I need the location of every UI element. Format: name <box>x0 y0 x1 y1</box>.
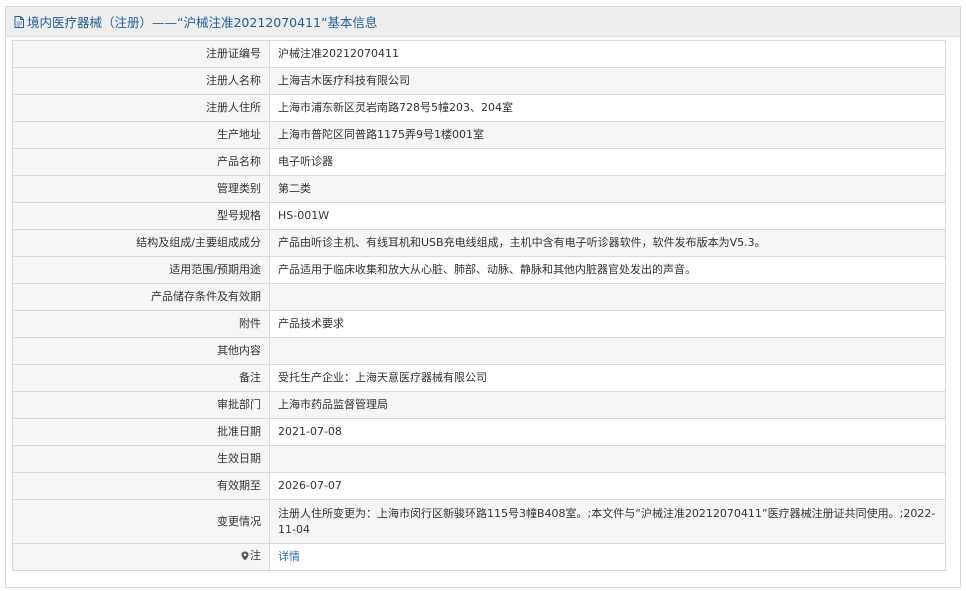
field-label: 产品储存条件及有效期 <box>12 283 270 311</box>
table-row: 注册证编号 沪械注准20212070411 <box>12 40 946 68</box>
field-label: 备注 <box>12 364 270 392</box>
field-value: 电子听诊器 <box>269 148 946 176</box>
table-row: 备注 受托生产企业：上海天意医疗器械有限公司 <box>12 364 946 392</box>
field-label: 注册人名称 <box>12 67 270 95</box>
field-label: 型号规格 <box>12 202 270 230</box>
field-value: 第二类 <box>269 175 946 203</box>
field-value: 产品由听诊主机、有线耳机和USB充电线组成，主机中含有电子听诊器软件，软件发布版… <box>269 229 946 257</box>
field-value: 上海吉木医疗科技有限公司 <box>269 67 946 95</box>
field-value: 上海市浦东新区灵岩南路728号5幢203、204室 <box>269 94 946 122</box>
table-row-note: 注 详情 <box>12 543 946 571</box>
panel-header: 境内医疗器械（注册）——“沪械注准20212070411”基本信息 <box>6 7 960 37</box>
table-row: 管理类别 第二类 <box>12 175 946 203</box>
field-label: 有效期至 <box>12 472 270 500</box>
table-row: 产品储存条件及有效期 <box>12 283 946 311</box>
field-label: 生产地址 <box>12 121 270 149</box>
field-value <box>269 337 946 365</box>
field-value: 上海市普陀区同普路1175弄9号1楼001室 <box>269 121 946 149</box>
field-value: 注册人住所变更为：上海市闵行区新骏环路115号3幢B408室。;本文件与“沪械注… <box>269 499 946 544</box>
field-value <box>269 283 946 311</box>
table-row: 型号规格 HS-001W <box>12 202 946 230</box>
field-value: 2026-07-07 <box>269 472 946 500</box>
field-value: 产品技术要求 <box>269 310 946 338</box>
table-row: 批准日期 2021-07-08 <box>12 418 946 446</box>
field-label: 管理类别 <box>12 175 270 203</box>
field-value: 详情 <box>269 543 946 571</box>
table-row: 结构及组成/主要组成成分 产品由听诊主机、有线耳机和USB充电线组成，主机中含有电… <box>12 229 946 257</box>
location-pin-icon <box>241 551 249 561</box>
field-value: 沪械注准20212070411 <box>269 40 946 68</box>
field-value: 产品适用于临床收集和放大从心脏、肺部、动脉、静脉和其他内脏器官处发出的声音。 <box>269 256 946 284</box>
info-table: 注册证编号 沪械注准20212070411 注册人名称 上海吉木医疗科技有限公司 注册人… <box>12 40 946 571</box>
table-row: 产品名称 电子听诊器 <box>12 148 946 176</box>
page-title: 境内医疗器械（注册）——“沪械注准20212070411”基本信息 <box>27 15 378 30</box>
details-link[interactable]: 详情 <box>278 550 300 563</box>
table-row: 其他内容 <box>12 337 946 365</box>
table-row: 审批部门 上海市药品监督管理局 <box>12 391 946 419</box>
field-label: 产品名称 <box>12 148 270 176</box>
document-icon <box>14 15 24 28</box>
table-row: 注册人住所 上海市浦东新区灵岩南路728号5幢203、204室 <box>12 94 946 122</box>
table-row: 有效期至 2026-07-07 <box>12 472 946 500</box>
table-row: 适用范围/预期用途 产品适用于临床收集和放大从心脏、肺部、动脉、静脉和其他内脏器官… <box>12 256 946 284</box>
field-label: 注册人住所 <box>12 94 270 122</box>
field-label: 附件 <box>12 310 270 338</box>
field-label: 审批部门 <box>12 391 270 419</box>
field-label: 变更情况 <box>12 499 270 544</box>
field-label: 其他内容 <box>12 337 270 365</box>
table-row: 变更情况 注册人住所变更为：上海市闵行区新骏环路115号3幢B408室。;本文件与… <box>12 499 946 544</box>
field-label: 适用范围/预期用途 <box>12 256 270 284</box>
field-label: 结构及组成/主要组成成分 <box>12 229 270 257</box>
field-label: 生效日期 <box>12 445 270 473</box>
field-value: HS-001W <box>269 202 946 230</box>
field-value: 受托生产企业：上海天意医疗器械有限公司 <box>269 364 946 392</box>
field-value <box>269 445 946 473</box>
table-row: 生产地址 上海市普陀区同普路1175弄9号1楼001室 <box>12 121 946 149</box>
note-label-text: 注 <box>250 549 261 562</box>
field-value: 2021-07-08 <box>269 418 946 446</box>
field-label: 批准日期 <box>12 418 270 446</box>
table-row: 注册人名称 上海吉木医疗科技有限公司 <box>12 67 946 95</box>
field-label: 注册证编号 <box>12 40 270 68</box>
table-row: 生效日期 <box>12 445 946 473</box>
note-label: 注 <box>241 548 261 564</box>
field-label: 注 <box>12 543 270 571</box>
table-row: 附件 产品技术要求 <box>12 310 946 338</box>
field-value: 上海市药品监督管理局 <box>269 391 946 419</box>
